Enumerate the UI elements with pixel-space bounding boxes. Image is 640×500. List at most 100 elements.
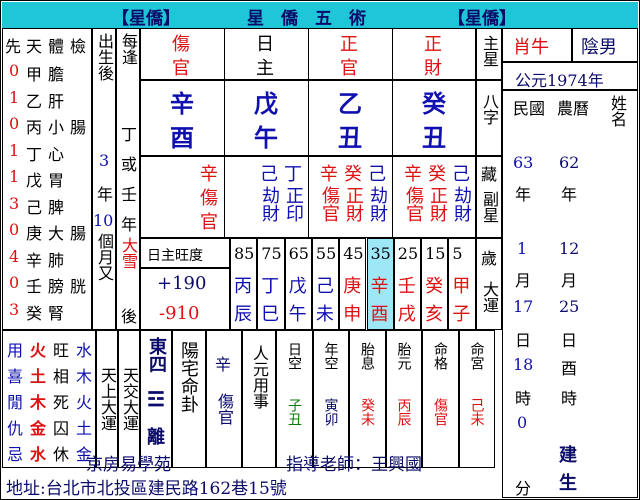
health-row-organ: 膽 [48, 65, 65, 84]
meet-after: 後 [121, 307, 138, 326]
direction-cell: 東四 ☲ 離 [140, 330, 172, 468]
luck-branch: 巳 [261, 304, 280, 325]
meet-luck-cell: 天交大運 [118, 330, 140, 468]
hidden-stem: 辛 [320, 164, 338, 185]
hidden-god: 劫財 [259, 186, 280, 222]
luck-stem: 戊 [288, 276, 307, 297]
hidden-stem: 辛 [404, 164, 422, 185]
pillar-branch: 丑 [422, 123, 446, 152]
useful-col2-item: 金 [30, 419, 47, 438]
useful-col2-item: 木 [30, 393, 47, 412]
col-header-jian: 檢 [70, 37, 87, 56]
health-row-num: 0 [9, 61, 20, 80]
meet-ren: 壬 [121, 185, 138, 204]
useful-col3-item: 旺 [53, 341, 70, 360]
health-row-stem: 庚 [26, 224, 43, 243]
health-row-stem: 癸 [26, 303, 43, 323]
hidden-god: 傷官 [319, 186, 340, 222]
strength-label-cell: 日主旺度 [140, 238, 230, 268]
luck-age: 75 [261, 244, 282, 263]
trigram-name: 離 [147, 427, 165, 448]
birth-month-unit: 個月又 [95, 233, 114, 281]
bazi-label: 八字 [480, 93, 499, 125]
solar-month: 1 [517, 239, 528, 258]
birth-after: 出生後 [95, 33, 114, 81]
date-panel: 民國 農曆 姓名 63 年 1 月 17 日 18 時 0 分 62 年 12 … [502, 90, 638, 498]
hidden-god: 正印 [283, 186, 304, 222]
pillar-stem: 乙 [338, 89, 362, 118]
ad-year-cell: 公元1974年 [502, 62, 638, 90]
health-row-extra: 腸 [70, 224, 87, 243]
useful-col1-item: 用 [7, 341, 24, 360]
house-gua: 陽宅命卦 [178, 341, 199, 413]
health-row-stem: 己 [26, 197, 43, 217]
niankong-value: 寅卯 [322, 398, 339, 426]
luck-age: 55 [315, 244, 337, 263]
direction: 東四 [146, 337, 167, 373]
health-row-stem: 甲 [26, 65, 43, 84]
hidden-stem: 己 [452, 164, 470, 185]
health-row-num: 1 [9, 87, 20, 107]
luck-branch: 戌 [397, 304, 416, 325]
niankong-label: 年空 [322, 342, 339, 370]
useful-col1-item: 仇 [7, 419, 24, 438]
minguo-header: 民國 [513, 99, 546, 118]
meet-luck-text: 天交大運 [120, 367, 139, 431]
useful-gods-table: 用喜閒仇忌火土木金水旺相死囚休水木火土金 [2, 330, 96, 468]
minggong-label: 命宮 [468, 342, 485, 370]
health-row-organ: 小 [48, 118, 65, 137]
hidden-god: 傷官 [403, 186, 424, 222]
meet-year: 年 [121, 215, 138, 234]
luck-stem: 丁 [261, 276, 280, 297]
teacher-name: 指導老師：王興國 [286, 455, 422, 475]
taiyuan-label: 胎元 [395, 342, 412, 370]
rikong-label: 日空 [286, 342, 302, 370]
lunar-hour: 酉 [561, 359, 578, 378]
health-row-organ: 胃 [48, 171, 65, 190]
taixi-value: 癸未 [359, 398, 375, 426]
ad-year: 公元1974年 [515, 71, 604, 90]
birth-years: 3 [99, 151, 110, 170]
zodiac: 肖牛 [513, 37, 549, 58]
health-row-num: 0 [9, 273, 20, 292]
trigram-icon: ☲ [147, 387, 165, 411]
minguo-year-unit: 年 [515, 185, 532, 204]
yuan-cell: 人元用事 [242, 330, 276, 468]
footer-address-row: 地址:台北市北投區建民路162巷15號 [2, 474, 638, 499]
health-row-num: 0 [9, 114, 20, 133]
xin: 辛 [215, 355, 232, 374]
birth-months: 10 [93, 211, 114, 230]
hidden-stem: 癸 [344, 164, 362, 185]
strength-plus: +190 [157, 273, 207, 294]
hidden-god-a: 傷 [200, 188, 218, 209]
solar-hour-unit: 時 [515, 389, 532, 408]
health-row-stem: 丁 [26, 144, 43, 164]
main-star-label-cell: 主星 [476, 28, 502, 80]
taixi-label: 胎息 [359, 342, 375, 370]
health-row-num: 1 [9, 140, 20, 160]
hidden-stem: 丁 [284, 164, 302, 185]
health-row-stem: 辛 [26, 250, 43, 270]
xin-cell: 辛 傷官 [206, 330, 242, 468]
useful-col2-item: 火 [30, 341, 47, 360]
health-row-num: 0 [9, 220, 20, 239]
useful-col4-item: 土 [76, 419, 93, 438]
health-row-organ: 心 [48, 144, 65, 164]
lunar-month: 12 [559, 239, 580, 258]
luck-age: 65 [288, 244, 309, 263]
health-row-organ: 肝 [48, 91, 65, 111]
col-header-ti: 體 [48, 37, 65, 56]
taiyuan-value: 丙辰 [395, 398, 412, 426]
luck-age: 5 [452, 244, 463, 263]
useful-col4-item: 水 [76, 341, 93, 360]
health-row-stem: 丙 [26, 118, 43, 137]
pillar-branch: 酉 [170, 123, 194, 152]
lunar-month-unit: 月 [561, 271, 578, 290]
health-row-organ: 大 [48, 224, 65, 243]
hidden-label-cell: 藏 副星 [476, 156, 502, 238]
bazi-label-cell: 八字 [476, 80, 502, 156]
header-bar: 【星僑】 星 僑 五 術 【星僑】 [2, 2, 638, 29]
pillar-stem: 辛 [170, 89, 194, 118]
health-row-num: 3 [9, 299, 20, 319]
strength-minus: -910 [159, 303, 200, 324]
